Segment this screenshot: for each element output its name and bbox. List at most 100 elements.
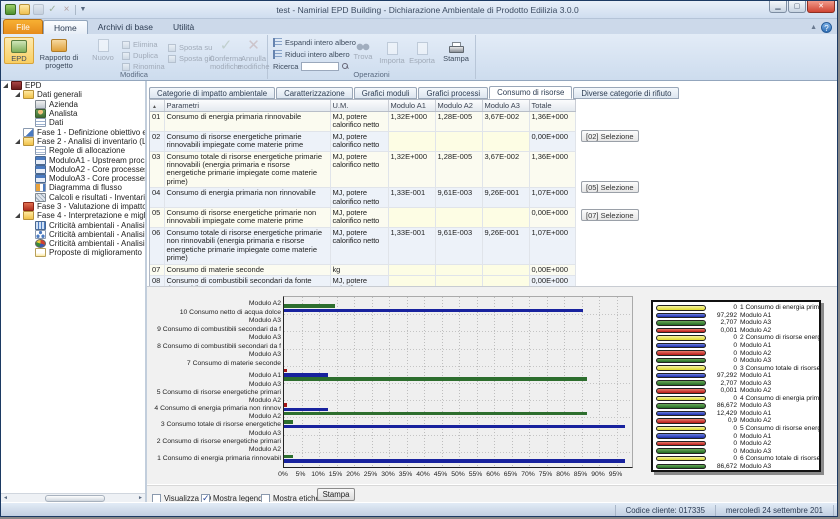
selezione-button[interactable]: [07] Selezione: [581, 209, 639, 221]
legend-value: 97,292: [709, 312, 737, 319]
sort-column-header[interactable]: ▲: [150, 100, 164, 112]
content-tab[interactable]: Diverse categorie di rifiuto: [573, 87, 679, 99]
tree-item[interactable]: ModuloA2 - Core processes: [1, 165, 145, 174]
save-icon[interactable]: [33, 4, 44, 15]
nuovo-button[interactable]: Nuovo: [87, 37, 119, 62]
scroll-right-icon[interactable]: ►: [136, 494, 145, 503]
help-button[interactable]: ?: [821, 22, 832, 33]
maximize-button[interactable]: ▢: [788, 1, 806, 13]
content-tab[interactable]: Caratterizzazione: [276, 87, 353, 99]
cell-a1: [388, 208, 435, 228]
table-row[interactable]: 02Consumo di risorse energetiche primari…: [150, 131, 575, 151]
tree-expander-icon[interactable]: [15, 139, 20, 144]
esporta-button[interactable]: Esporta: [408, 40, 436, 65]
tree-item[interactable]: Proposte di miglioramento: [1, 248, 145, 257]
tab-home[interactable]: Home: [43, 20, 88, 34]
tab-utilita[interactable]: Utilità: [163, 20, 204, 34]
tree-expander-icon[interactable]: [3, 83, 8, 88]
rapporto-di-progetto-button[interactable]: Rapporto di progetto: [36, 37, 82, 70]
tree-item[interactable]: Analista: [1, 109, 145, 118]
tree-expander-icon[interactable]: [15, 92, 20, 97]
column-header[interactable]: Modulo A3: [482, 100, 529, 112]
tree-item[interactable]: Calcoli e risultati - Inventario: [1, 193, 145, 202]
cell-num: 07: [150, 264, 164, 275]
sposta-su-button[interactable]: Sposta su: [168, 43, 214, 52]
folder-icon: [23, 90, 34, 99]
riduci-albero-button[interactable]: Riduci intero albero: [273, 50, 350, 59]
scrollbar-thumb[interactable]: [45, 495, 105, 502]
tree-item[interactable]: Criticità ambientali - Analisi dei Contr…: [1, 220, 145, 229]
tree-item[interactable]: Diagramma di flusso: [1, 183, 145, 192]
gridline: [284, 314, 632, 315]
legend-swatch-modulo_a2: [656, 328, 706, 334]
legend-value: 0: [709, 425, 737, 432]
stampa-button[interactable]: Stampa: [441, 40, 471, 63]
sposta-giu-button[interactable]: Sposta giù: [168, 54, 214, 63]
elimina-button[interactable]: Elimina: [122, 40, 165, 49]
ribbon-collapse-icon[interactable]: ▲: [810, 24, 817, 31]
tree-expander-icon[interactable]: [15, 213, 20, 218]
tree-horizontal-scrollbar[interactable]: ◄ ►: [1, 493, 145, 502]
phase1-icon: [23, 128, 34, 137]
gridline: [319, 297, 320, 467]
column-header[interactable]: Parametri: [164, 100, 330, 112]
tree-item[interactable]: Dati: [1, 118, 145, 127]
content-tab[interactable]: Categorie di impatto ambientale: [149, 87, 275, 99]
close-button[interactable]: ✕: [807, 1, 835, 13]
file-tab[interactable]: File: [3, 19, 43, 34]
tree-item[interactable]: ModuloA3 - Core processes: [1, 174, 145, 183]
table-row[interactable]: 05Consumo di risorse energetiche primari…: [150, 208, 575, 228]
tree-item[interactable]: Azienda: [1, 100, 145, 109]
table-row[interactable]: 01Consumo di energia primaria rinnovabil…: [150, 112, 575, 132]
content-tab[interactable]: Consumo di risorse: [489, 86, 572, 99]
tree-item[interactable]: Fase 3 - Valutazione di impatto ambienta…: [1, 202, 145, 211]
table-row[interactable]: 07Consumo di materie secondekg0,00E+000: [150, 264, 575, 275]
espandi-albero-button[interactable]: Espandi intero albero: [273, 38, 356, 47]
tab-archivi-di-base[interactable]: Archivi di base: [88, 20, 163, 34]
scroll-left-icon[interactable]: ◄: [1, 494, 10, 503]
table-row[interactable]: 03Consumo totale di risorse energetiche …: [150, 151, 575, 188]
legend-label: Modulo A1: [740, 312, 771, 319]
column-header[interactable]: Totale: [529, 100, 575, 112]
tree-item[interactable]: Criticità ambientali - Analisi dei Contr…: [1, 239, 145, 248]
tree-item[interactable]: Fase 1 - Definizione obiettivo e campo d…: [1, 127, 145, 136]
trova-button[interactable]: Trova: [350, 40, 376, 61]
cell-tot: 1,07E+000: [529, 227, 575, 264]
qat-dropdown-icon[interactable]: ▼: [79, 4, 87, 15]
open-folder-icon[interactable]: [19, 4, 30, 15]
column-header[interactable]: Modulo A1: [388, 100, 435, 112]
tree-item[interactable]: Criticità ambientali - Analisi dei Contr…: [1, 230, 145, 239]
tree-item-label: Criticità ambientali - Analisi dei Contr…: [49, 230, 145, 239]
table-row[interactable]: 04Consumo di energia primaria non rinnov…: [150, 188, 575, 208]
tree-item-label: ModuloA3 - Core processes: [49, 174, 145, 183]
tree-item[interactable]: EPD: [1, 81, 145, 90]
column-header[interactable]: U.M.: [330, 100, 388, 112]
tree-item[interactable]: Dati generali: [1, 90, 145, 99]
y-axis-label: 7 Consumo di materie seconde: [148, 360, 281, 367]
legend-item: 04 Consumo di energia primaria non rinno…: [656, 395, 816, 403]
tree-item-label: Dati: [49, 118, 63, 127]
epd-button[interactable]: EPD: [4, 37, 34, 64]
annulla-modifiche-button[interactable]: ✕ Annulla modifiche: [240, 37, 267, 71]
importa-button[interactable]: Importa: [378, 40, 406, 65]
tree-item[interactable]: ModuloA1 - Upstream processes: [1, 155, 145, 164]
tree-item[interactable]: Fase 4 - Interpretazione e miglioramento: [1, 211, 145, 220]
stampa-label: Stampa: [443, 55, 469, 63]
cancel-icon[interactable]: ×: [61, 4, 72, 15]
table-row[interactable]: 06Consumo totale di risorse energetiche …: [150, 227, 575, 264]
x-axis-label: 95%: [606, 471, 626, 478]
report-icon: [51, 39, 67, 52]
column-header[interactable]: Modulo A2: [435, 100, 482, 112]
conferma-modifiche-button[interactable]: ✓ Conferma modifiche: [212, 37, 240, 71]
selezione-button[interactable]: [05] Selezione: [581, 181, 639, 193]
legend-swatch-modulo_a2: [656, 350, 706, 356]
tree-item[interactable]: Fase 2 - Analisi di inventario (LCI): [1, 137, 145, 146]
chart-print-button[interactable]: Stampa: [317, 488, 355, 501]
minimize-button[interactable]: ▁: [769, 1, 787, 13]
selezione-button[interactable]: [02] Selezione: [581, 130, 639, 142]
tree-item[interactable]: Regole di allocazione: [1, 146, 145, 155]
confirm-icon[interactable]: ✓: [47, 4, 58, 15]
content-tab[interactable]: Grafici processi: [418, 87, 488, 99]
duplica-button[interactable]: Duplica: [122, 51, 165, 60]
content-tab[interactable]: Grafici moduli: [354, 87, 418, 99]
